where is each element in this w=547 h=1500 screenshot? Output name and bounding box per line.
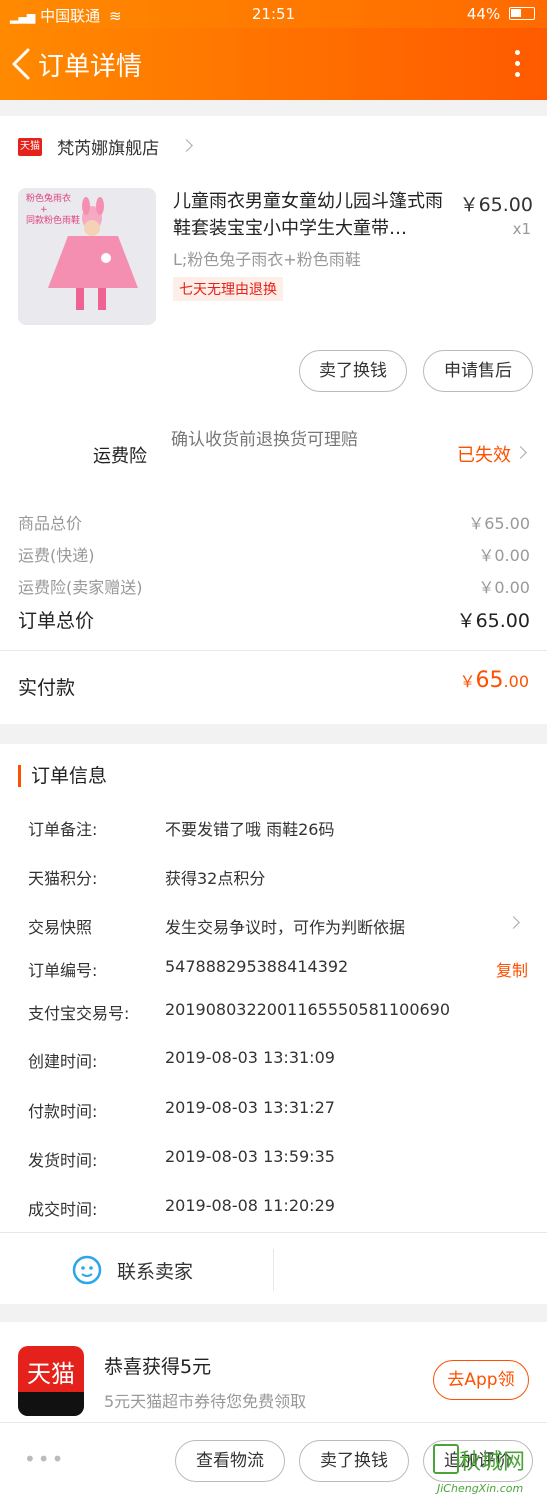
info-key: 发货时间: (28, 1151, 98, 1170)
fee-value: ￥65.00 (468, 514, 530, 533)
view-logistics-button[interactable]: 查看物流 (175, 1440, 285, 1482)
info-value: 不要发错了哦 雨鞋26码 (165, 820, 335, 839)
more-actions-icon[interactable]: ••• (24, 1447, 65, 1471)
info-value: 获得32点积分 (165, 869, 266, 888)
info-value: 2019-08-03 13:59:35 (165, 1147, 335, 1166)
divider (0, 650, 547, 651)
page-title: 订单详情 (38, 52, 143, 82)
sell-for-cash-button[interactable]: 卖了换钱 (299, 1440, 409, 1482)
fee-label: 运费(快递) (18, 546, 95, 565)
info-value: 发生交易争议时，可作为判断依据 (165, 918, 406, 937)
product-thumbnail[interactable]: 粉色兔雨衣 + 同款粉色雨鞋 (18, 188, 156, 325)
info-value: 2019-08-08 11:20:29 (165, 1196, 335, 1215)
paid-amount-value: ￥65.00 (460, 668, 529, 693)
fee-row: 商品总价 ￥65.00 (18, 510, 530, 534)
info-key: 支付宝交易号: (28, 1004, 130, 1023)
contact-seller-button[interactable]: 联系卖家 (117, 1257, 193, 1284)
chevron-right-icon (514, 446, 527, 459)
section-title: 订单信息 (18, 765, 107, 787)
product-price: ￥65.00 (459, 194, 533, 216)
info-value: 2019-08-03 13:31:09 (165, 1048, 335, 1067)
order-info-card: 订单信息 订单备注: 不要发错了哦 雨鞋26码 天猫积分: 获得32点积分 交易… (0, 744, 547, 1304)
fee-value: ￥0.00 (478, 546, 530, 565)
fee-row: 运费险(卖家赠送) ￥0.00 (18, 574, 530, 598)
info-value: 2019-08-03 13:31:27 (165, 1098, 335, 1117)
chat-face-icon[interactable] (72, 1255, 102, 1285)
shipping-insurance-desc: 确认收货前退换货可理赔 (171, 430, 358, 450)
info-key: 成交时间: (28, 1200, 98, 1219)
tmall-eyes (18, 1392, 84, 1416)
after-sale-button[interactable]: 申请售后 (423, 350, 533, 392)
fee-label: 商品总价 (18, 514, 83, 533)
site-watermark: 秋城网 JiChengXin.com (429, 1440, 545, 1498)
promo-subtitle: 5元天猫超市券待您免费领取 (104, 1392, 307, 1411)
shipping-insurance-status[interactable]: 已失效 (457, 441, 511, 467)
status-bar: ▂▄▆ 中国联通 ≋ 21:51 44% (0, 0, 547, 28)
order-total-label: 订单总价 (18, 610, 95, 632)
paid-currency: ￥ (459, 672, 476, 691)
info-key: 订单编号: (28, 961, 98, 980)
shop-name: 梵芮娜旗舰店 (57, 139, 160, 159)
contact-seller-bar: 联系卖家 (0, 1232, 547, 1304)
info-value: 2019080322001165550581100690 (165, 1000, 451, 1019)
battery-icon (509, 7, 535, 20)
info-key: 订单备注: (28, 820, 98, 839)
clock: 21:51 (251, 5, 296, 23)
return-policy-tag: 七天无理由退换 (173, 277, 283, 301)
fee-value: ￥0.00 (478, 578, 530, 597)
paid-integer: 65 (475, 668, 504, 693)
product-quantity: x1 (512, 220, 531, 238)
info-key: 交易快照 (28, 918, 93, 937)
order-product-card: 天猫 梵芮娜旗舰店 粉色兔雨衣 + 同款粉色雨鞋 儿童雨衣男童女童幼儿园斗篷式雨… (0, 116, 547, 724)
order-total-row: 订单总价 ￥65.00 (18, 606, 530, 633)
chevron-right-icon (507, 916, 520, 929)
copy-button[interactable]: 复制 (496, 957, 528, 981)
raincoat-image (48, 197, 138, 310)
back-arrow-icon[interactable] (8, 46, 38, 82)
tmall-badge: 天猫 (18, 137, 42, 156)
product-sku: L;粉色兔子雨衣+粉色雨鞋 (173, 250, 361, 269)
promo-title: 恭喜获得5元 (104, 1356, 212, 1378)
info-key: 天猫积分: (28, 869, 98, 888)
fee-row: 运费(快递) ￥0.00 (18, 542, 530, 566)
divider (273, 1249, 274, 1291)
paid-amount-label: 实付款 (18, 677, 76, 699)
info-value: 547888295388414392 (165, 957, 349, 976)
battery-percent: 44% (466, 5, 501, 23)
watermark-url: JiChengXin.com (437, 1482, 524, 1495)
promo-card: 天猫 恭喜获得5元 5元天猫超市券待您免费领取 去App领 (0, 1322, 547, 1422)
tmall-logo-text: 天猫 (27, 1360, 75, 1388)
claim-in-app-button[interactable]: 去App领 (433, 1360, 529, 1400)
paid-decimal: .00 (503, 672, 529, 691)
watermark-text: 秋城网 (459, 1450, 526, 1475)
shop-header[interactable]: 天猫 梵芮娜旗舰店 (18, 134, 194, 159)
order-total-value: ￥65.00 (456, 610, 530, 632)
chevron-right-icon (180, 139, 194, 152)
info-key: 付款时间: (28, 1102, 98, 1121)
shipping-insurance-label: 运费险 (93, 446, 147, 467)
more-menu-icon[interactable] (513, 50, 521, 80)
tmall-logo: 天猫 (18, 1346, 84, 1416)
sell-for-cash-button[interactable]: 卖了换钱 (299, 350, 407, 392)
nav-bar: 订单详情 (0, 28, 547, 100)
fee-label: 运费险(卖家赠送) (18, 578, 143, 597)
battery-status: 44% (467, 5, 535, 23)
info-key: 创建时间: (28, 1052, 98, 1071)
watermark-logo-icon (433, 1444, 459, 1474)
product-title[interactable]: 儿童雨衣男童女童幼儿园斗篷式雨鞋套装宝宝小中学生大童带… (173, 188, 453, 242)
